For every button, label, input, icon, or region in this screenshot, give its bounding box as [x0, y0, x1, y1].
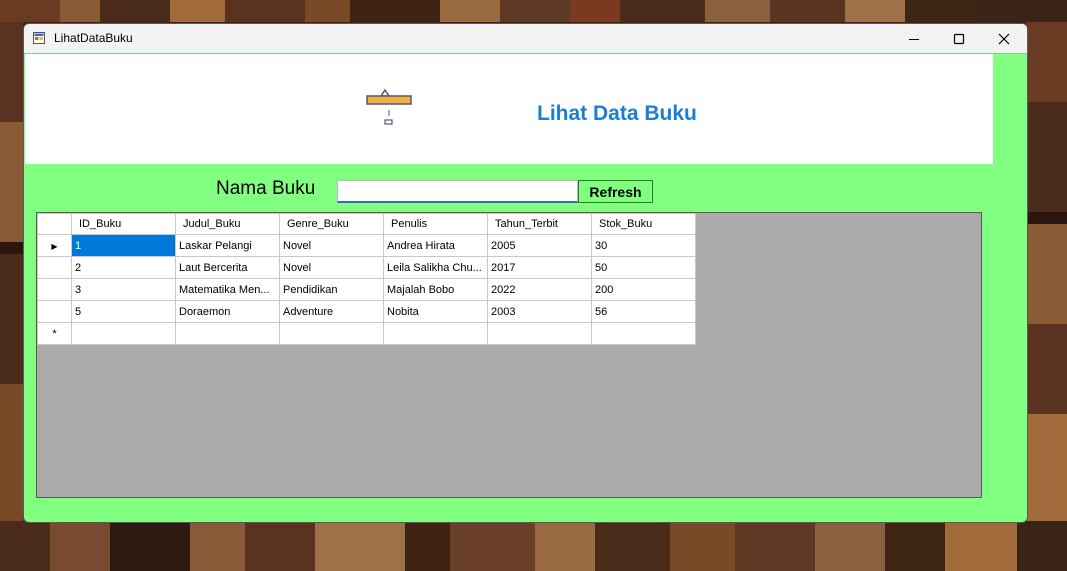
cell[interactable]: [383, 322, 488, 345]
cell[interactable]: Novel: [279, 234, 384, 257]
data-grid[interactable]: ID_Buku Judul_Buku Genre_Buku Penulis Ta…: [36, 212, 982, 498]
cell[interactable]: 3: [71, 278, 176, 301]
cell[interactable]: Laskar Pelangi: [175, 234, 280, 257]
cell[interactable]: 200: [591, 278, 696, 301]
row-header[interactable]: [37, 256, 72, 279]
cell[interactable]: Leila Salikha Chu...: [383, 256, 488, 279]
cell[interactable]: [591, 322, 696, 345]
close-icon: [998, 33, 1009, 44]
current-row-indicator[interactable]: ▶: [37, 234, 72, 257]
cell[interactable]: 2: [71, 256, 176, 279]
maximize-icon: [953, 33, 964, 44]
cell[interactable]: 30: [591, 234, 696, 257]
column-header-stok-buku[interactable]: Stok_Buku: [591, 213, 696, 235]
refresh-button[interactable]: Refresh: [578, 180, 653, 203]
maximize-button[interactable]: [936, 24, 981, 53]
row-header[interactable]: [37, 278, 72, 301]
column-header-penulis[interactable]: Penulis: [383, 213, 488, 235]
minimize-button[interactable]: [891, 24, 936, 53]
cell[interactable]: [175, 322, 280, 345]
cell[interactable]: 50: [591, 256, 696, 279]
cell[interactable]: 2005: [487, 234, 592, 257]
window-title: LihatDataBuku: [54, 31, 133, 45]
column-header-genre-buku[interactable]: Genre_Buku: [279, 213, 384, 235]
search-label: Nama Buku: [216, 178, 316, 199]
new-row[interactable]: *: [37, 322, 696, 345]
cell[interactable]: Novel: [279, 256, 384, 279]
cell[interactable]: Pendidikan: [279, 278, 384, 301]
library-logo-icon: [366, 88, 412, 125]
row-header-corner[interactable]: [37, 213, 72, 235]
cell[interactable]: 56: [591, 300, 696, 323]
cell[interactable]: [71, 322, 176, 345]
cell[interactable]: Andrea Hirata: [383, 234, 488, 257]
cell[interactable]: 2022: [487, 278, 592, 301]
app-form-icon: [33, 32, 45, 44]
column-header-tahun-terbit[interactable]: Tahun_Terbit: [487, 213, 592, 235]
column-header-id-buku[interactable]: ID_Buku: [71, 213, 176, 235]
row-header[interactable]: [37, 300, 72, 323]
cell[interactable]: Laut Bercerita: [175, 256, 280, 279]
table-row[interactable]: 3 Matematika Men... Pendidikan Majalah B…: [37, 278, 696, 301]
page-title: Lihat Data Buku: [537, 102, 697, 125]
cell[interactable]: 2003: [487, 300, 592, 323]
table-row[interactable]: 2 Laut Bercerita Novel Leila Salikha Chu…: [37, 256, 696, 279]
column-header-judul-buku[interactable]: Judul_Buku: [175, 213, 280, 235]
search-input[interactable]: [337, 180, 578, 203]
cell[interactable]: 5: [71, 300, 176, 323]
cell[interactable]: Majalah Bobo: [383, 278, 488, 301]
cell[interactable]: Matematika Men...: [175, 278, 280, 301]
header-panel: Lihat Data Buku: [25, 54, 993, 164]
cell[interactable]: [279, 322, 384, 345]
cell[interactable]: 1: [71, 234, 176, 257]
cell[interactable]: Doraemon: [175, 300, 280, 323]
cell[interactable]: Adventure: [279, 300, 384, 323]
cell[interactable]: 2017: [487, 256, 592, 279]
new-row-marker[interactable]: *: [37, 322, 72, 345]
table-row[interactable]: ▶ 1 Laskar Pelangi Novel Andrea Hirata 2…: [37, 234, 696, 257]
row-arrow-icon: ▶: [51, 241, 58, 251]
cell[interactable]: [487, 322, 592, 345]
close-button[interactable]: [981, 24, 1026, 53]
title-bar[interactable]: LihatDataBuku: [24, 24, 1027, 54]
data-grid-table: ID_Buku Judul_Buku Genre_Buku Penulis Ta…: [37, 213, 696, 345]
minimize-icon: [908, 38, 919, 40]
table-row[interactable]: 5 Doraemon Adventure Nobita 2003 56: [37, 300, 696, 323]
header-row: ID_Buku Judul_Buku Genre_Buku Penulis Ta…: [37, 213, 696, 235]
cell[interactable]: Nobita: [383, 300, 488, 323]
main-window: LihatDataBuku Lihat Data Buku Nama Buku …: [23, 23, 1028, 523]
